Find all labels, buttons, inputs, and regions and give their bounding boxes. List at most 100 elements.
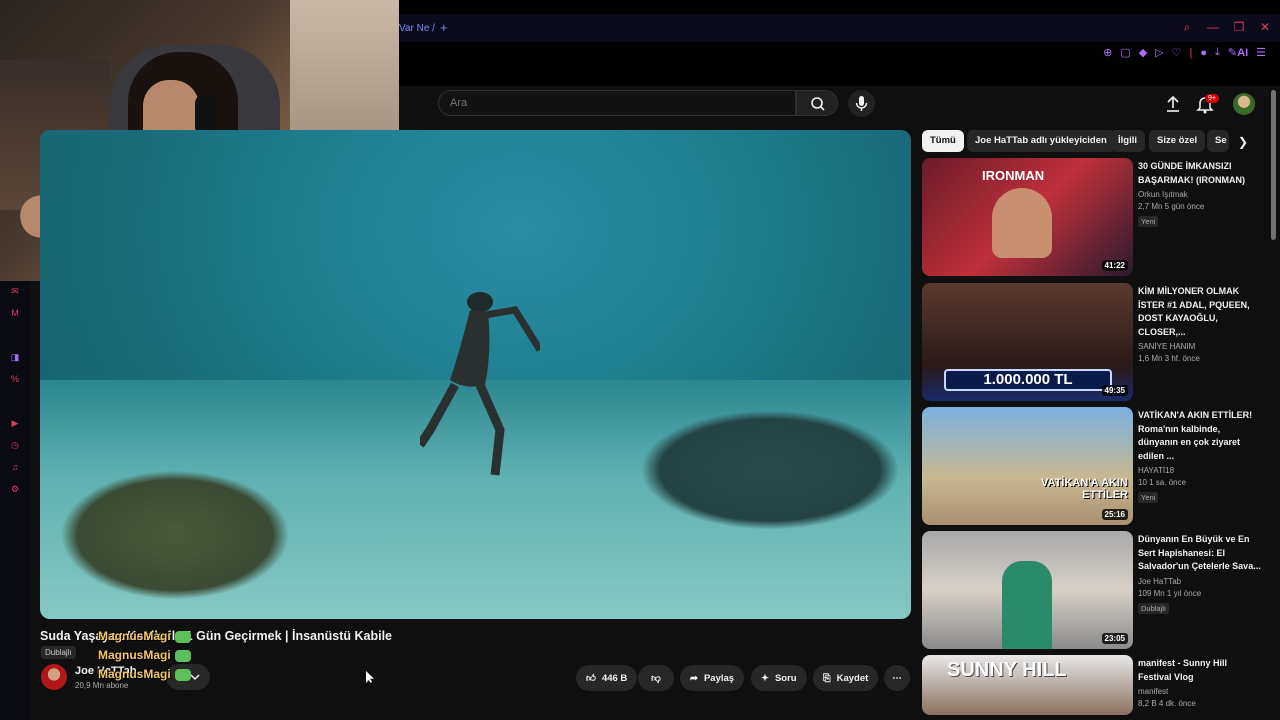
recommendation-item[interactable]: VATİKAN'A AKIN ETTİLER 25:16 VATİKAN'A A… (922, 407, 1262, 525)
dubbed-tag: Dublajlı (41, 646, 76, 659)
play-circle-icon[interactable]: ▶ (0, 412, 30, 434)
recommendation-meta: 1,6 Mn 3 hf. önce (1138, 354, 1200, 363)
like-button[interactable]: 👍︎ 446 B (576, 665, 638, 691)
like-count: 446 B (601, 672, 628, 684)
new-badge: Yeni (1138, 492, 1159, 503)
recommendation-channel[interactable]: Orkun Işıtmak (1138, 190, 1262, 199)
recommendation-meta: 8,2 B 4 dk. önce (1138, 699, 1196, 708)
video-player[interactable] (40, 130, 911, 619)
recommendation-meta: 10 1 sa. önce (1138, 478, 1187, 487)
search-button[interactable] (796, 90, 838, 116)
microphone-icon (855, 96, 868, 111)
thumbs-down-icon: 👎︎ (651, 673, 661, 684)
video-thumbnail[interactable]: IRONMAN 41:22 (922, 158, 1133, 276)
recommendation-info: Dünyanın En Büyük ve En Sert Hapishanesi… (1138, 533, 1262, 616)
video-thumbnail[interactable]: 23:05 (922, 531, 1133, 649)
new-tab-button[interactable]: + (440, 20, 448, 35)
search-icon (811, 97, 825, 111)
chat-message: MagnusMagi (98, 665, 191, 684)
divider-icon: | (1189, 46, 1193, 59)
percent-icon[interactable]: % (0, 368, 30, 390)
thumbnail-person (1002, 561, 1052, 649)
heart-icon[interactable]: ♡ (1172, 46, 1182, 59)
thumbnail-text: IRONMAN (982, 168, 1045, 183)
blank-slot (0, 390, 30, 412)
mouse-cursor-icon (366, 671, 374, 683)
recommendation-channel[interactable]: Joe HaTTab (1138, 577, 1262, 586)
video-duration: 41:22 (1101, 260, 1128, 271)
download-icon[interactable]: ⤓ (1215, 46, 1220, 59)
recommendation-item[interactable]: 23:05 Dünyanın En Büyük ve En Sert Hapis… (922, 531, 1262, 649)
recommendation-channel[interactable]: manifest (1138, 687, 1262, 696)
shield-icon[interactable]: ◆ (1139, 46, 1147, 59)
dislike-button[interactable]: 👎︎ (638, 665, 674, 691)
screenshot-icon[interactable]: ▢ (1120, 46, 1130, 59)
chip-from-uploader[interactable]: Joe HaTTab adlı yükleyiciden (967, 130, 1115, 152)
search-bar[interactable] (438, 90, 796, 116)
upload-icon[interactable] (1162, 93, 1184, 115)
more-actions-button[interactable]: ⋯ (884, 665, 910, 691)
blank-slot (0, 324, 30, 346)
video-thumbnail[interactable]: SUNNY HILL (922, 655, 1133, 715)
chip-for-you[interactable]: Size özel (1149, 130, 1206, 152)
recommendation-title[interactable]: VATİKAN'A AKIN ETTİLER! Roma'nın kalbind… (1138, 409, 1262, 463)
settings-icon[interactable]: ⚙ (0, 478, 30, 500)
mail-icon[interactable]: ✉ (0, 280, 30, 302)
thumbnail-person (992, 188, 1052, 258)
video-thumbnail[interactable]: VATİKAN'A AKIN ETTİLER 25:16 (922, 407, 1133, 525)
save-button[interactable]: ⎘ Kaydet (813, 665, 879, 691)
m-icon[interactable]: M (0, 302, 30, 324)
chip-truncated[interactable]: Se (1207, 130, 1229, 152)
stream-chat-overlay: MagnusMagi MagnusMagi MagnusMagi (98, 627, 191, 684)
account-avatar[interactable] (1233, 93, 1255, 115)
bookmark-icon: ⎘ (823, 672, 831, 684)
restore-icon[interactable]: ❐ (1232, 20, 1246, 35)
recommendation-title[interactable]: KİM MİLYONER OLMAK İSTER #1 ADAL, PQUEEN… (1138, 285, 1262, 339)
chip-related[interactable]: İlgili (1110, 130, 1145, 152)
recommendation-channel[interactable]: SANİYE HANIM (1138, 342, 1262, 351)
minimize-icon[interactable]: — (1206, 20, 1220, 35)
recommendation-title[interactable]: manifest - Sunny Hill Festival Vlog (1138, 657, 1262, 684)
profile-icon[interactable]: ● (1200, 47, 1207, 59)
share-button[interactable]: ➦ Paylaş (680, 665, 745, 691)
search-input[interactable] (439, 91, 795, 115)
recommendation-channel[interactable]: HAYATİ18 (1138, 466, 1262, 475)
thumbnail-text: VATİKAN'A AKIN ETTİLER (1041, 477, 1128, 501)
recommendation-item[interactable]: SUNNY HILL manifest - Sunny Hill Festiva… (922, 655, 1262, 715)
ask-button[interactable]: ✦ Soru (751, 665, 807, 691)
pin-icon[interactable]: ⊕ (1103, 46, 1112, 59)
recommendation-info: VATİKAN'A AKIN ETTİLER! Roma'nın kalbind… (1138, 409, 1262, 505)
chip-all[interactable]: Tümü (922, 130, 964, 152)
window-controls: ⌕ — ❐ ✕ (1180, 20, 1272, 35)
webcam-headset (195, 95, 217, 135)
notification-count-badge: 9+ (1205, 94, 1219, 103)
twitch-icon[interactable]: ◨ (0, 346, 30, 368)
share-label: Paylaş (703, 672, 735, 684)
page-scrollbar[interactable] (1271, 90, 1276, 240)
video-thumbnail[interactable]: 1.000.000 TL 49:35 (922, 283, 1133, 401)
search-icon[interactable]: ⌕ (1180, 20, 1194, 35)
menu-icon[interactable]: ☰ (1256, 46, 1266, 59)
recommendation-title[interactable]: Dünyanın En Büyük ve En Sert Hapishanesi… (1138, 533, 1262, 574)
video-duration: 23:05 (1101, 633, 1128, 644)
recommendation-meta: 2,7 Mn 5 gün önce (1138, 202, 1205, 211)
recommendation-title[interactable]: 30 GÜNDE İMKANSIZI BAŞARMAK! (IRONMAN) (1138, 160, 1262, 187)
recommendation-meta: 109 Mn 1 yıl önce (1138, 588, 1202, 598)
clock-icon[interactable]: ◷ (0, 434, 30, 456)
recommendation-info: manifest - Sunny Hill Festival Vlog mani… (1138, 657, 1262, 708)
voice-search-button[interactable] (848, 90, 875, 117)
bell-icon[interactable]: ♫ (0, 456, 30, 478)
chevron-right-icon[interactable]: ❯ (1232, 131, 1254, 153)
channel-avatar[interactable] (41, 664, 67, 690)
recommendation-info: 30 GÜNDE İMKANSIZI BAŞARMAK! (IRONMAN) O… (1138, 160, 1262, 229)
browser-tab[interactable]: Var Ne / (399, 23, 435, 34)
save-label: Kaydet (836, 672, 869, 684)
recommendation-item[interactable]: IRONMAN 41:22 30 GÜNDE İMKANSIZI BAŞARMA… (922, 158, 1262, 276)
thumbnail-text: 1.000.000 TL (944, 369, 1112, 391)
pepe-emote-icon (174, 649, 191, 662)
close-icon[interactable]: ✕ (1258, 20, 1272, 35)
recommendation-item[interactable]: 1.000.000 TL 49:35 KİM MİLYONER OLMAK İS… (922, 283, 1262, 401)
play-icon[interactable]: ▷ (1155, 46, 1163, 59)
ask-label: Soru (774, 672, 797, 684)
ai-extension-icon[interactable]: ✎AI (1228, 46, 1248, 59)
